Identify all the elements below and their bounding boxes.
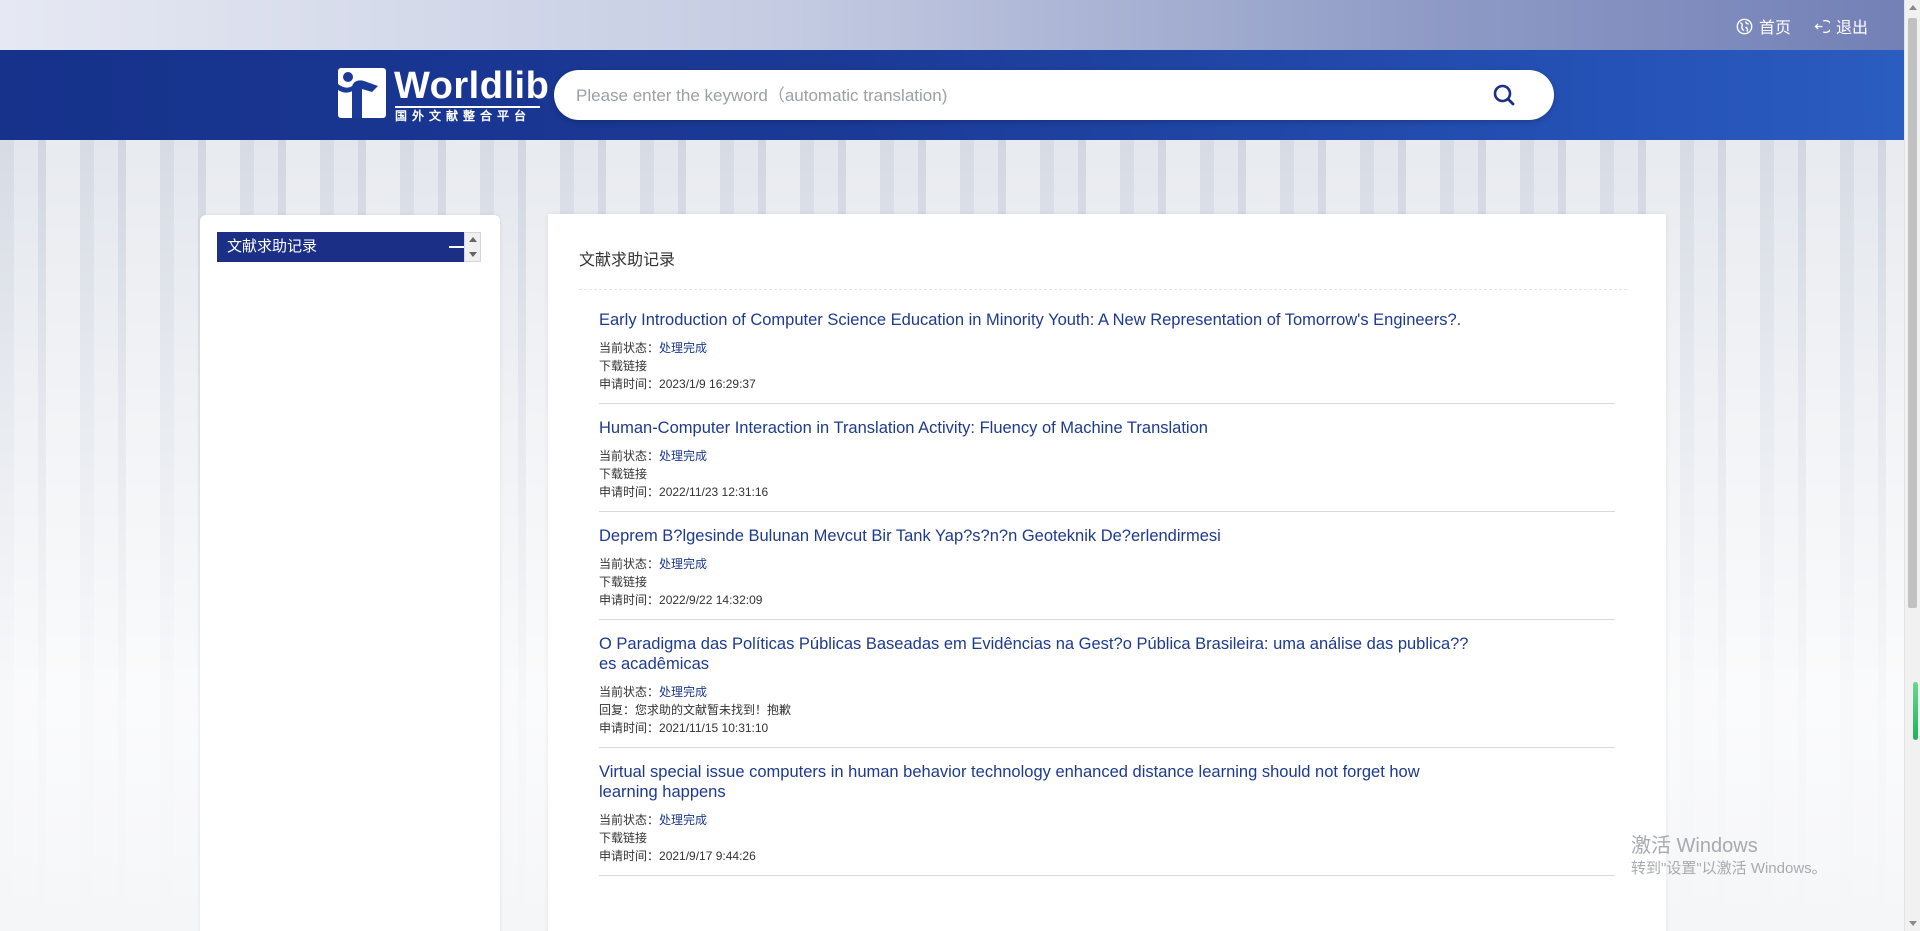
- sidebar-item-label: 文献求助记录: [227, 238, 318, 255]
- record-status: 当前状态：处理完成: [599, 683, 1615, 701]
- record-time: 申请时间：2021/11/15 10:31:10: [599, 719, 1615, 737]
- sidebar-scroll-spinner[interactable]: [464, 232, 481, 262]
- download-link[interactable]: 下载链接: [599, 359, 647, 373]
- logo-text: Worldlib: [394, 65, 550, 107]
- record-title-link[interactable]: Early Introduction of Computer Science E…: [599, 310, 1479, 330]
- time-value: 2023/1/9 16:29:37: [659, 377, 756, 391]
- logout-link[interactable]: 退出: [1813, 14, 1868, 38]
- list-item: Early Introduction of Computer Science E…: [599, 310, 1615, 404]
- record-download: 下载链接: [599, 465, 1615, 483]
- record-time: 申请时间：2023/1/9 16:29:37: [599, 375, 1615, 393]
- record-title-link[interactable]: Deprem B?lgesinde Bulunan Mevcut Bir Tan…: [599, 526, 1479, 546]
- record-download: 下载链接: [599, 829, 1615, 847]
- scroll-up-icon[interactable]: [1909, 5, 1917, 10]
- record-status: 当前状态：处理完成: [599, 555, 1615, 573]
- status-label: 当前状态：: [599, 685, 660, 699]
- list-item: Deprem B?lgesinde Bulunan Mevcut Bir Tan…: [599, 526, 1615, 620]
- home-link[interactable]: 首页: [1736, 14, 1791, 38]
- collapse-icon[interactable]: [449, 246, 465, 248]
- time-value: 2021/9/17 9:44:26: [659, 849, 756, 863]
- time-label: 申请时间：: [599, 485, 660, 499]
- time-label: 申请时间：: [599, 721, 660, 735]
- record-title-link[interactable]: Human-Computer Interaction in Translatio…: [599, 418, 1479, 438]
- logout-link-label: 退出: [1835, 20, 1868, 37]
- record-status: 当前状态：处理完成: [599, 339, 1615, 357]
- record-reply: 回复：您求助的文献暂未找到！抱歉: [599, 701, 1615, 719]
- status-label: 当前状态：: [599, 557, 660, 571]
- record-status: 当前状态：处理完成: [599, 447, 1615, 465]
- header: Worldlib 国外文献整合平台: [0, 50, 1904, 140]
- record-download: 下载链接: [599, 573, 1615, 591]
- page: 首页 退出 Worldlib 国外文献整合平台 Please enter the…: [0, 0, 1920, 931]
- top-links: 首页 退出: [1736, 14, 1868, 38]
- top-strip: 首页 退出: [0, 0, 1904, 50]
- search-box: [554, 70, 1554, 122]
- record-download: 下载链接: [599, 357, 1615, 375]
- record-title-link[interactable]: Virtual special issue computers in human…: [599, 762, 1479, 802]
- time-value: 2022/9/22 14:32:09: [659, 593, 763, 607]
- page-scrollbar[interactable]: [1904, 0, 1920, 931]
- watermark-subtitle: 转到"设置"以激活 Windows。: [1631, 860, 1827, 877]
- list-item: Virtual special issue computers in human…: [599, 762, 1615, 876]
- status-value[interactable]: 处理完成: [659, 557, 707, 571]
- sidebar-item-help-records[interactable]: 文献求助记录: [217, 232, 481, 262]
- time-label: 申请时间：: [599, 849, 660, 863]
- chevron-up-icon[interactable]: [469, 237, 477, 242]
- logo-subtitle: 国外文献整合平台: [395, 106, 540, 123]
- worldlib-logo[interactable]: Worldlib 国外文献整合平台: [338, 65, 549, 123]
- status-value[interactable]: 处理完成: [659, 449, 707, 463]
- windows-activation-watermark: 激活 Windows 转到"设置"以激活 Windows。: [1631, 834, 1827, 880]
- chevron-down-icon[interactable]: [469, 252, 477, 257]
- home-link-label: 首页: [1758, 20, 1791, 37]
- status-label: 当前状态：: [599, 449, 660, 463]
- time-label: 申请时间：: [599, 377, 660, 391]
- download-link[interactable]: 下载链接: [599, 467, 647, 481]
- search-input[interactable]: [574, 70, 1478, 122]
- globe-icon: [1736, 18, 1753, 34]
- status-label: 当前状态：: [599, 341, 660, 355]
- reply-text: 回复：您求助的文献暂未找到！抱歉: [599, 703, 792, 717]
- list-item: O Paradigma das Políticas Públicas Basea…: [599, 634, 1615, 748]
- list-item: Human-Computer Interaction in Translatio…: [599, 418, 1615, 512]
- main-panel: 文献求助记录 Early Introduction of Computer Sc…: [548, 214, 1666, 931]
- watermark-title: 激活 Windows: [1631, 835, 1758, 857]
- record-status: 当前状态：处理完成: [599, 811, 1615, 829]
- logo-mark-icon: [338, 68, 386, 118]
- record-time: 申请时间：2022/9/22 14:32:09: [599, 591, 1615, 609]
- search-icon[interactable]: [1492, 83, 1516, 107]
- logout-icon: [1814, 19, 1830, 33]
- scroll-down-icon[interactable]: [1909, 921, 1917, 926]
- time-label: 申请时间：: [599, 593, 660, 607]
- sidebar: 文献求助记录: [200, 215, 500, 931]
- download-link[interactable]: 下载链接: [599, 575, 647, 589]
- status-label: 当前状态：: [599, 813, 660, 827]
- scrollbar-thumb[interactable]: [1908, 18, 1917, 608]
- time-value: 2021/11/15 10:31:10: [659, 721, 769, 735]
- status-value[interactable]: 处理完成: [659, 685, 707, 699]
- title-divider: [579, 289, 1627, 290]
- record-title-link[interactable]: O Paradigma das Políticas Públicas Basea…: [599, 634, 1479, 674]
- side-indicator: [1913, 682, 1918, 740]
- records-list: Early Introduction of Computer Science E…: [599, 310, 1615, 890]
- record-time: 申请时间：2021/9/17 9:44:26: [599, 847, 1615, 865]
- status-value[interactable]: 处理完成: [659, 813, 707, 827]
- download-link[interactable]: 下载链接: [599, 831, 647, 845]
- page-title: 文献求助记录: [579, 252, 676, 269]
- time-value: 2022/11/23 12:31:16: [659, 485, 769, 499]
- status-value[interactable]: 处理完成: [659, 341, 707, 355]
- record-time: 申请时间：2022/11/23 12:31:16: [599, 483, 1615, 501]
